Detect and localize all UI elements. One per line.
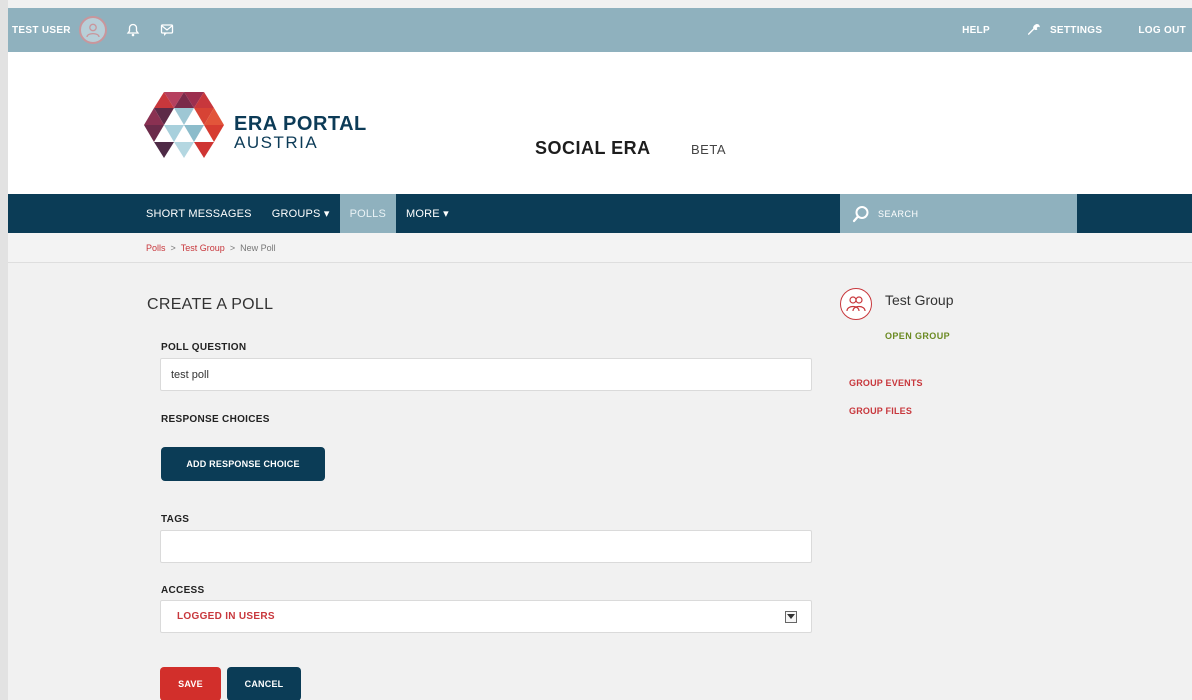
page: TEST USER HELP SETTINGS LOG OUT ERA PORT…	[0, 0, 1192, 700]
cancel-button[interactable]: CANCEL	[227, 667, 301, 700]
user-name[interactable]: TEST USER	[12, 25, 71, 36]
search-input[interactable]	[878, 208, 1058, 219]
nav-item-groups[interactable]: GROUPS ▾	[262, 194, 340, 233]
breadcrumb-test-group[interactable]: Test Group	[181, 243, 225, 253]
nav-item-polls[interactable]: POLLS	[339, 194, 397, 233]
poll-question-label: POLL QUESTION	[161, 342, 247, 353]
tags-label: TAGS	[161, 514, 190, 525]
user-icon	[86, 23, 100, 38]
access-selected-value: LOGGED IN USERS	[177, 611, 275, 622]
add-response-choice-button[interactable]: ADD RESPONSE CHOICE	[161, 447, 325, 481]
group-events-link[interactable]: GROUP EVENTS	[849, 378, 923, 388]
settings-label: SETTINGS	[1049, 24, 1103, 36]
nav-items: SHORT MESSAGES GROUPS ▾ POLLS MORE ▾	[136, 194, 459, 233]
logo-line-2: AUSTRIA	[234, 133, 319, 152]
breadcrumb-separator: >	[229, 243, 236, 253]
main-nav: SHORT MESSAGES GROUPS ▾ POLLS MORE ▾	[8, 194, 1192, 233]
help-link[interactable]: HELP	[962, 25, 990, 36]
messages-icon[interactable]	[159, 22, 175, 38]
breadcrumb: Polls > Test Group > New Poll	[8, 233, 1192, 263]
nav-item-short-messages[interactable]: SHORT MESSAGES	[136, 194, 262, 233]
breadcrumb-current: New Poll	[240, 243, 276, 253]
search-icon[interactable]	[852, 205, 870, 223]
access-select[interactable]: LOGGED IN USERS	[160, 600, 812, 633]
group-icon[interactable]	[840, 288, 872, 320]
breadcrumb-polls[interactable]: Polls	[146, 243, 166, 253]
logo-line-1: ERA PORTAL	[234, 113, 367, 135]
era-portal-logo[interactable]	[144, 92, 224, 163]
top-bar-links: HELP SETTINGS LOG OUT	[926, 22, 1192, 38]
response-choices-label: RESPONSE CHOICES	[161, 414, 270, 425]
dropdown-arrow-icon[interactable]	[785, 611, 797, 623]
tags-input[interactable]	[160, 530, 812, 563]
group-files-link[interactable]: GROUP FILES	[849, 406, 912, 416]
search-box	[840, 194, 1077, 233]
save-button[interactable]: SAVE	[160, 667, 221, 700]
group-type: OPEN GROUP	[885, 331, 951, 341]
left-gutter	[0, 0, 8, 700]
wrench-icon	[1027, 23, 1040, 35]
page-title: CREATE A POLL	[147, 296, 274, 313]
site-header: ERA PORTAL AUSTRIA SOCIAL ERA BETA	[8, 52, 1192, 194]
logout-link[interactable]: LOG OUT	[1138, 25, 1186, 36]
group-name[interactable]: Test Group	[885, 292, 953, 308]
logo-text: ERA PORTAL AUSTRIA	[234, 114, 367, 152]
poll-question-input[interactable]	[160, 358, 812, 391]
access-label: ACCESS	[161, 585, 205, 596]
user-avatar[interactable]	[78, 16, 107, 44]
settings-link[interactable]: SETTINGS	[1026, 22, 1102, 38]
main-content: CREATE A POLL POLL QUESTION RESPONSE CHO…	[8, 264, 1192, 700]
top-bar: TEST USER HELP SETTINGS LOG OUT	[8, 8, 1192, 52]
breadcrumb-separator: >	[170, 243, 176, 253]
bell-icon[interactable]	[125, 22, 141, 38]
nav-item-more[interactable]: MORE ▾	[396, 194, 459, 233]
site-title: SOCIAL ERA	[535, 138, 651, 158]
beta-badge: BETA	[691, 142, 726, 157]
